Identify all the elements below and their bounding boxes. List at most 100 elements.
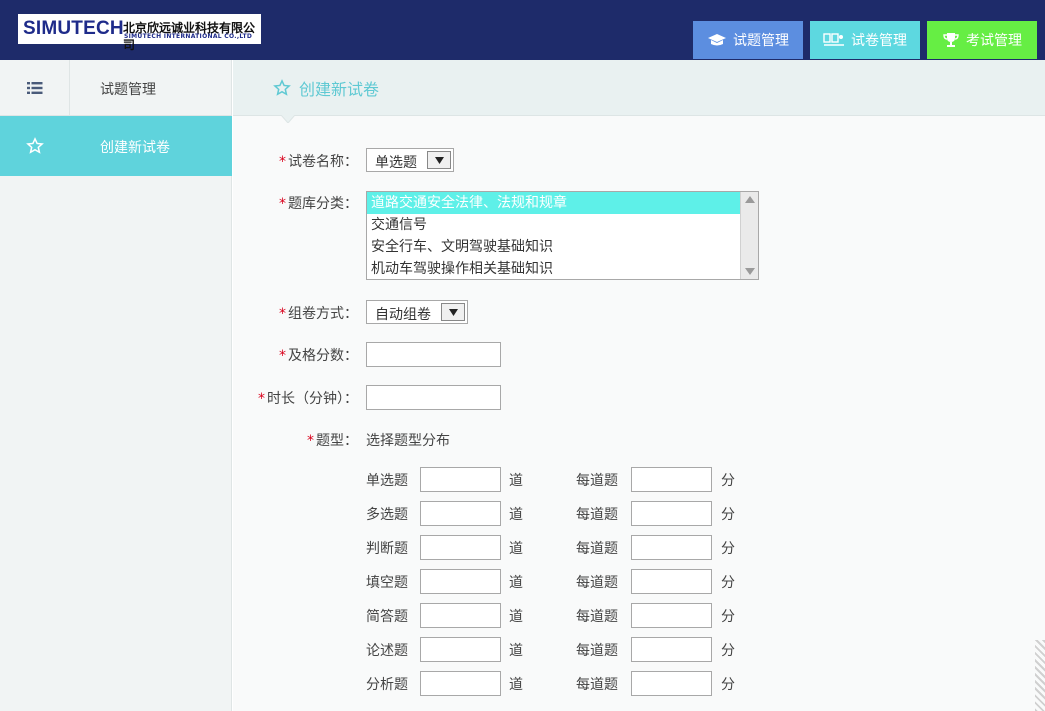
qtype-name: 论述题 — [366, 643, 408, 659]
scroll-down-arrow-icon[interactable] — [745, 268, 755, 275]
duration-input[interactable] — [366, 385, 501, 410]
caret-down-icon — [434, 156, 444, 164]
qtype-name: 简答题 — [366, 609, 408, 625]
trophy-icon — [943, 33, 959, 47]
window-edge-pattern — [1035, 640, 1045, 711]
category-listbox[interactable]: 道路交通安全法律、法规和规章 交通信号 安全行车、文明驾驶基础知识 机动车驾驶操… — [366, 191, 759, 280]
qtype-score-input[interactable] — [631, 569, 712, 594]
question-type-label-text: 题型： — [316, 433, 358, 449]
nav-label: 试题管理 — [733, 33, 789, 49]
list-icon — [26, 82, 42, 94]
category-option[interactable]: 交通信号 — [367, 214, 740, 236]
compose-method-label: * 组卷方式： — [273, 303, 358, 323]
qtype-count-unit: 道 — [509, 677, 523, 693]
qtype-count-input[interactable] — [420, 467, 501, 492]
compose-method-dropdown-button[interactable] — [441, 303, 465, 321]
qtype-count-input[interactable] — [420, 603, 501, 628]
graduation-cap-icon — [708, 34, 726, 46]
main-content: 创建新试卷 * 试卷名称： 单选题 * 题库分类： 道路交通安全法律、法规和规章 交… — [233, 60, 1045, 711]
qtype-count-unit: 道 — [509, 609, 523, 625]
paper-icon — [823, 33, 844, 46]
scroll-up-arrow-icon[interactable] — [745, 196, 755, 203]
paper-name-dropdown-button[interactable] — [427, 151, 451, 169]
qtype-count-input[interactable] — [420, 535, 501, 560]
menu-toggle[interactable] — [0, 60, 70, 116]
qtype-per-label: 每道题 — [576, 677, 618, 693]
qtype-score-unit: 分 — [721, 541, 735, 557]
nav-question-management[interactable]: 试题管理 — [693, 21, 803, 59]
category-option[interactable]: 道路交通安全法律、法规和规章 — [367, 192, 740, 214]
paper-name-label: * 试卷名称： — [273, 151, 358, 171]
qtype-per-label: 每道题 — [576, 575, 618, 591]
page-title-text: 创建新试卷 — [299, 80, 380, 99]
qtype-score-unit: 分 — [721, 575, 735, 591]
qtype-score-unit: 分 — [721, 507, 735, 523]
sidebar-item-create-paper[interactable]: 创建新试卷 — [0, 116, 232, 176]
qtype-score-unit: 分 — [721, 609, 735, 625]
qtype-name: 判断题 — [366, 541, 408, 557]
company-logo[interactable]: SIMUTECH 北京欣远诚业科技有限公司 SIMUTECH INTERNATI… — [18, 14, 261, 52]
qtype-per-label: 每道题 — [576, 473, 618, 489]
required-mark: * — [279, 154, 286, 170]
category-option[interactable]: 安全行车、文明驾驶基础知识 — [367, 236, 740, 258]
star-icon — [273, 79, 291, 96]
paper-name-select[interactable]: 单选题 — [366, 148, 454, 172]
qtype-score-input[interactable] — [631, 671, 712, 696]
sidebar-item-label: 创建新试卷 — [100, 140, 170, 156]
top-header: SIMUTECH 北京欣远诚业科技有限公司 SIMUTECH INTERNATI… — [0, 0, 1045, 60]
qtype-count-input[interactable] — [420, 637, 501, 662]
qtype-per-label: 每道题 — [576, 643, 618, 659]
paper-name-label-text: 试卷名称： — [288, 154, 358, 170]
sidebar: 试题管理 创建新试卷 — [0, 60, 232, 711]
qtype-score-unit: 分 — [721, 643, 735, 659]
star-icon — [26, 137, 44, 154]
category-label: * 题库分类： — [273, 193, 358, 213]
category-option[interactable]: 机动车驾驶操作相关基础知识 — [367, 258, 740, 280]
page-title: 创建新试卷 — [273, 76, 379, 100]
qtype-count-input[interactable] — [420, 501, 501, 526]
qtype-count-unit: 道 — [509, 473, 523, 489]
qtype-score-input[interactable] — [631, 535, 712, 560]
required-mark: * — [279, 196, 286, 212]
compose-method-select[interactable]: 自动组卷 — [366, 300, 468, 324]
qtype-name: 填空题 — [366, 575, 408, 591]
required-mark: * — [279, 348, 286, 364]
compose-method-label-text: 组卷方式： — [288, 306, 358, 322]
nav-exam-management[interactable]: 考试管理 — [927, 21, 1037, 59]
category-scrollbar[interactable] — [740, 192, 758, 279]
required-mark: * — [279, 306, 286, 322]
logo-en-text: SIMUTECH INTERNATIONAL CO.,LTD — [124, 33, 253, 40]
duration-label-text: 时长（分钟）： — [267, 391, 358, 407]
sidebar-header: 试题管理 — [0, 60, 232, 116]
qtype-count-unit: 道 — [509, 541, 523, 557]
qtype-score-input[interactable] — [631, 467, 712, 492]
logo-main-text: SIMUTECH — [23, 18, 124, 39]
qtype-count-unit: 道 — [509, 507, 523, 523]
caret-down-icon — [448, 308, 458, 316]
qtype-score-input[interactable] — [631, 637, 712, 662]
qtype-count-input[interactable] — [420, 569, 501, 594]
category-label-text: 题库分类： — [288, 196, 358, 212]
qtype-score-input[interactable] — [631, 603, 712, 628]
qtype-score-unit: 分 — [721, 473, 735, 489]
nav-label: 考试管理 — [966, 33, 1022, 49]
required-mark: * — [307, 433, 314, 449]
header-notch — [281, 115, 295, 123]
qtype-name: 多选题 — [366, 507, 408, 523]
qtype-per-label: 每道题 — [576, 541, 618, 557]
qtype-count-input[interactable] — [420, 671, 501, 696]
qtype-per-label: 每道题 — [576, 609, 618, 625]
required-mark: * — [258, 391, 265, 407]
nav-paper-management[interactable]: 试卷管理 — [810, 21, 920, 59]
qtype-count-unit: 道 — [509, 575, 523, 591]
question-type-label: * 题型： — [273, 430, 358, 450]
qtype-score-input[interactable] — [631, 501, 712, 526]
pass-score-label-text: 及格分数： — [288, 348, 358, 364]
content-header: 创建新试卷 — [233, 60, 1045, 116]
qtype-per-label: 每道题 — [576, 507, 618, 523]
qtype-count-unit: 道 — [509, 643, 523, 659]
pass-score-input[interactable] — [366, 342, 501, 367]
duration-label: * 时长（分钟）： — [243, 388, 358, 408]
compose-method-value: 自动组卷 — [375, 307, 431, 323]
qtype-name: 分析题 — [366, 677, 408, 693]
